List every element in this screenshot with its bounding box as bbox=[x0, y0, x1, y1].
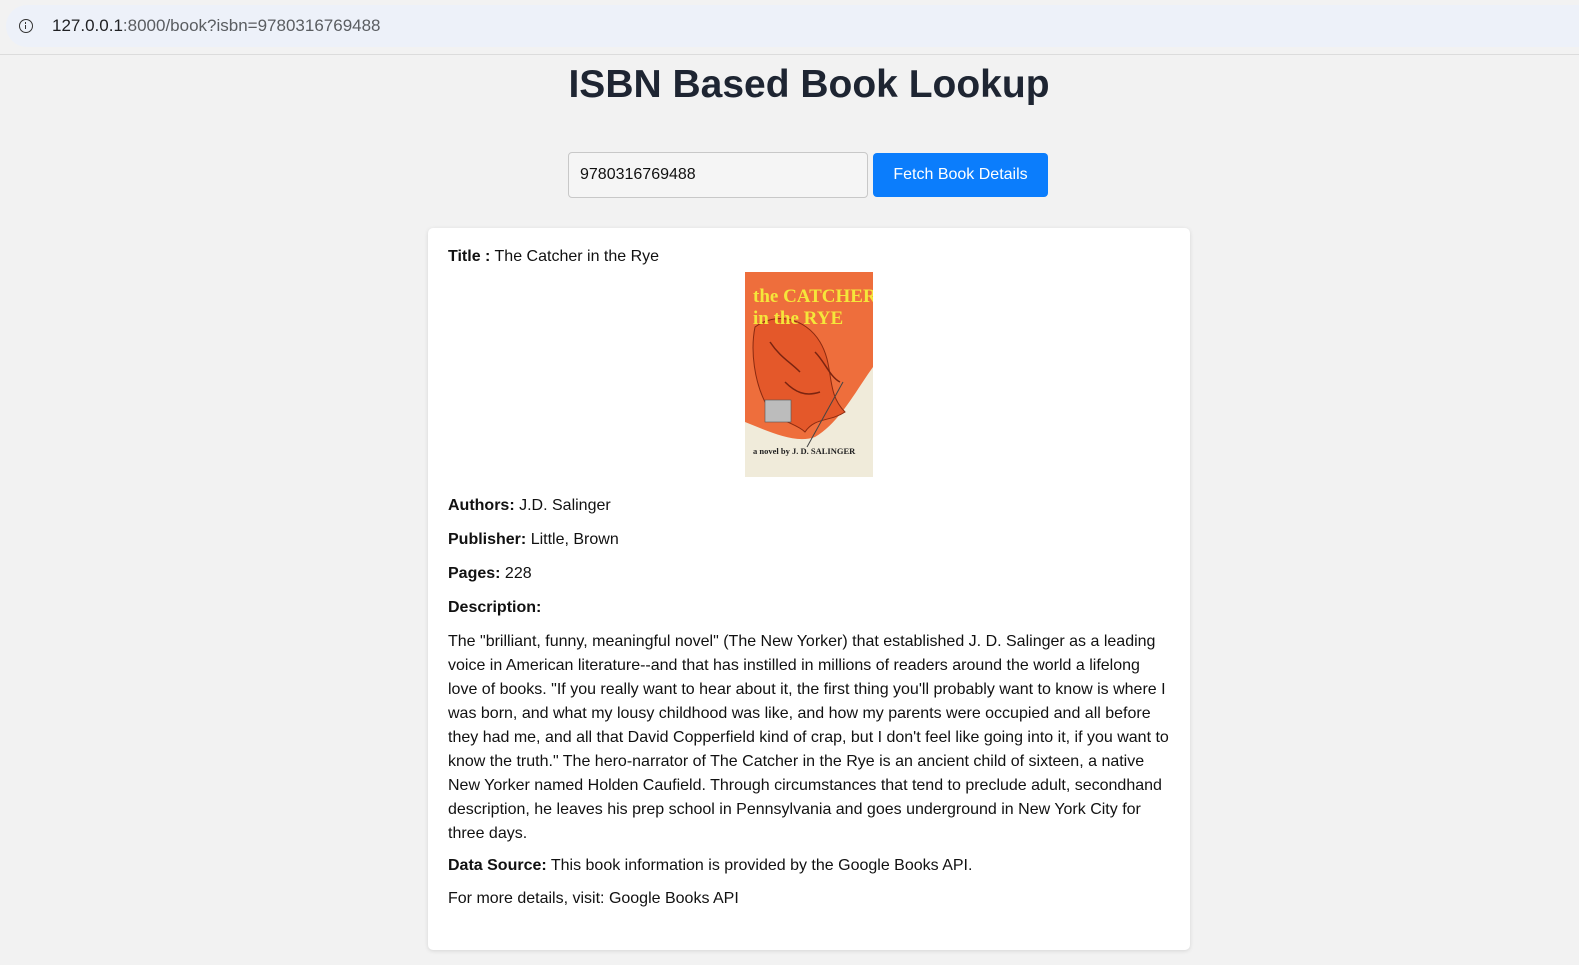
description-heading: Description: bbox=[448, 598, 541, 618]
address-bar[interactable]: 127.0.0.1:8000/book?isbn=9780316769488 bbox=[6, 5, 1579, 47]
data-source-row: Data Source: This book information is pr… bbox=[448, 856, 972, 876]
authors-value: J.D. Salinger bbox=[519, 497, 611, 514]
publisher-label: Publisher: bbox=[448, 531, 527, 548]
browser-divider bbox=[0, 54, 1579, 55]
url-host: 127.0.0.1 bbox=[52, 16, 123, 35]
cover-title-line1: the CATCHER bbox=[753, 286, 873, 307]
pages-row: Pages: 228 bbox=[448, 564, 532, 584]
data-source-label: Data Source: bbox=[448, 857, 547, 874]
title-row: Title : The Catcher in the Rye bbox=[448, 247, 659, 267]
fetch-book-details-button[interactable]: Fetch Book Details bbox=[873, 153, 1048, 197]
book-details-card: Title : The Catcher in the Rye the CATCH… bbox=[428, 228, 1190, 950]
authors-label: Authors: bbox=[448, 497, 515, 514]
page-title: ISBN Based Book Lookup bbox=[568, 63, 1050, 106]
data-source-text: This book information is provided by the… bbox=[550, 857, 973, 874]
publisher-value: Little, Brown bbox=[530, 531, 619, 548]
book-cover-image: the CATCHER in the RYE a novel by J. D. … bbox=[745, 272, 873, 477]
more-details-prefix: For more details, visit: bbox=[448, 890, 609, 907]
title-label: Title : bbox=[448, 248, 491, 265]
isbn-input[interactable] bbox=[568, 152, 868, 198]
pages-value: 228 bbox=[504, 565, 532, 582]
url-path: :8000/book?isbn=9780316769488 bbox=[122, 16, 381, 35]
authors-row: Authors: J.D. Salinger bbox=[448, 496, 611, 516]
cover-title-line2: in the RYE bbox=[753, 308, 843, 329]
description-text: The "brilliant, funny, meaningful novel"… bbox=[448, 633, 1169, 842]
pages-label: Pages: bbox=[448, 565, 501, 582]
more-details-row: For more details, visit: Google Books AP… bbox=[448, 889, 739, 909]
google-books-api-link[interactable]: Google Books API bbox=[609, 890, 739, 907]
book-title: The Catcher in the Rye bbox=[494, 248, 660, 265]
url-text[interactable]: 127.0.0.1:8000/book?isbn=9780316769488 bbox=[52, 16, 381, 36]
cover-byline: a novel by J. D. SALINGER bbox=[753, 446, 856, 456]
publisher-row: Publisher: Little, Brown bbox=[448, 530, 619, 550]
site-info-icon[interactable] bbox=[19, 19, 33, 33]
description-label: Description: bbox=[448, 599, 542, 616]
